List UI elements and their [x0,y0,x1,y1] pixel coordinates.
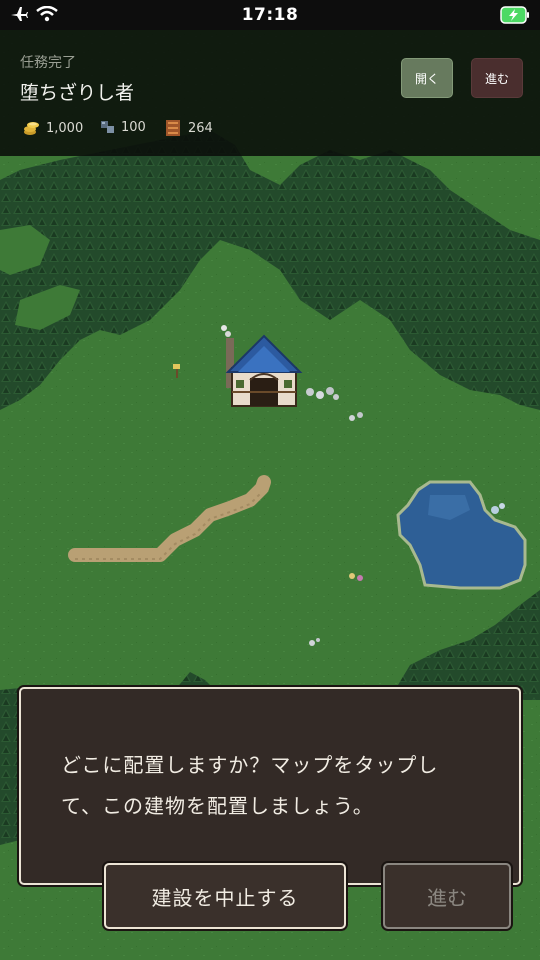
resource-stone: 100 [99,118,146,136]
wood-value: 264 [188,120,213,136]
next-button-top[interactable]: 進む [471,58,523,98]
status-bar: 17:18 [0,0,540,30]
quest-status: 任務完了 [20,55,76,71]
stone-value: 100 [121,119,146,135]
open-button[interactable]: 開く [401,58,453,98]
dialog-message-line2: て、この建物を配置しましょう。 [61,794,374,818]
dialog-message-line1: どこに配置しますか？マップをタップし [61,753,439,777]
next-button-bottom[interactable]: 進む [383,863,511,929]
battery-charging-icon [500,6,530,28]
wood-planks-icon [166,120,180,136]
resource-gold: 1,000 [22,118,83,138]
gold-value: 1,000 [46,120,84,136]
game-screen: 17:18 任務完了 堕ちざりし者 1,000 100 264 開く 進む どこ… [0,0,540,960]
resource-wood: 264 [164,118,213,138]
dialog-message: どこに配置しますか？マップをタップし て、この建物を配置しましょう。 [61,745,491,827]
stone-ore-icon [101,121,114,133]
quest-hud: 任務完了 堕ちざりし者 1,000 100 264 開く 進む [0,30,540,156]
quest-title: 堕ちざりし者 [20,82,135,104]
cancel-construction-button[interactable]: 建設を中止する [104,863,346,929]
forest-south-west [0,688,20,845]
clock: 17:18 [241,5,299,25]
placement-dialog: どこに配置しますか？マップをタップし て、この建物を配置しましょう。 [19,687,521,885]
gold-coins-icon [24,122,39,135]
